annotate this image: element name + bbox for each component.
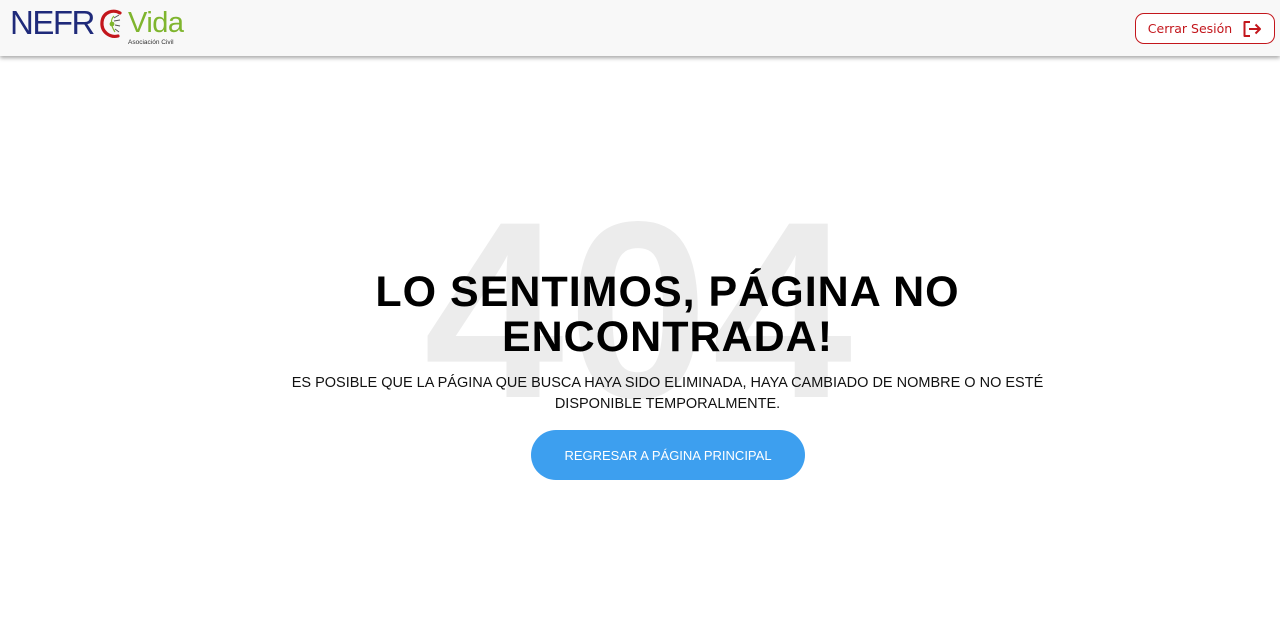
return-home-button[interactable]: REGRESAR A PÁGINA PRINCIPAL [531, 430, 805, 480]
top-navbar: NEFR Vida Asociación Civil Cerrar Sesión [0, 0, 1280, 56]
logo-subtitle: Asociación Civil [128, 39, 174, 46]
error-headline: LO SENTIMOS, PÁGINA NO ENCONTRADA! [375, 268, 960, 361]
logout-button[interactable]: Cerrar Sesión [1135, 13, 1275, 44]
error-message: ES POSIBLE QUE LA PÁGINA QUE BUSCA HAYA … [291, 375, 1044, 412]
logo-brand-left: NEFR [10, 4, 95, 41]
error-page-content: 404 LO SENTIMOS, PÁGINA NO ENCONTRADA! E… [0, 56, 1280, 620]
logo-kidney-emblem-icon [100, 9, 122, 38]
logo-brand-right: Vida [128, 7, 184, 39]
logout-button-label: Cerrar Sesión [1147, 21, 1233, 36]
logout-icon [1243, 20, 1262, 37]
nefrovida-logo[interactable]: NEFR Vida Asociación Civil [10, 4, 185, 50]
